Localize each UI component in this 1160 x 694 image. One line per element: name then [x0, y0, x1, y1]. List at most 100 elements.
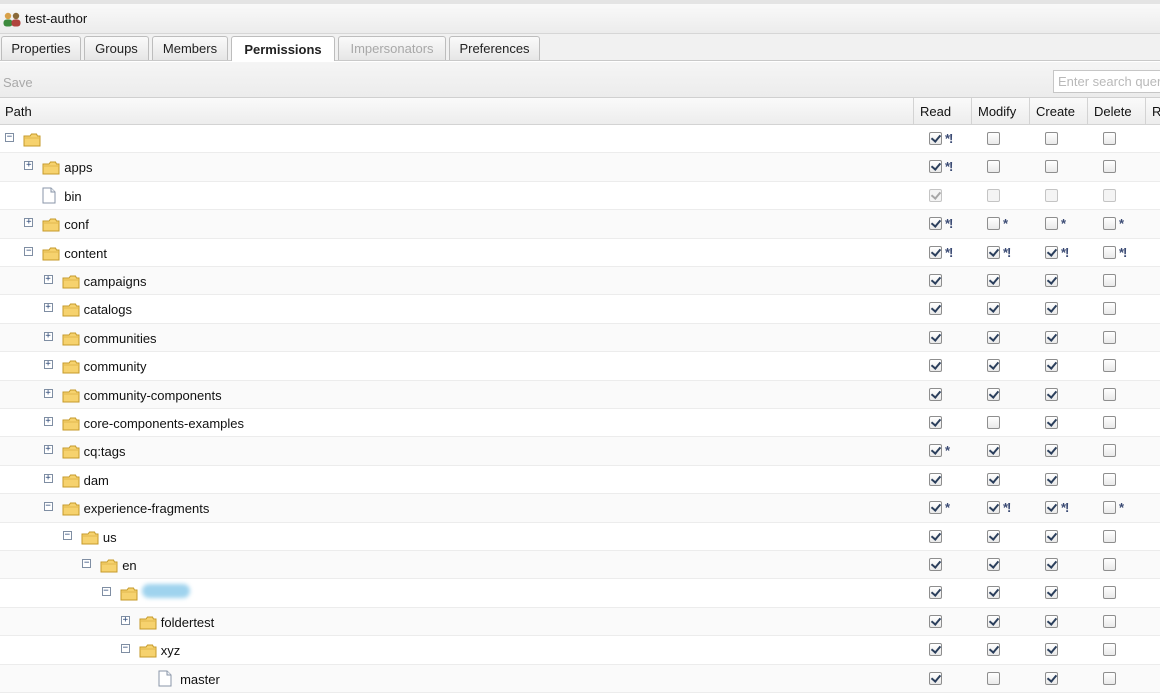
- table-row[interactable]: + community-components: [0, 380, 1160, 409]
- create-checkbox[interactable]: [1045, 132, 1058, 145]
- column-header-path[interactable]: Path: [0, 98, 913, 124]
- table-row[interactable]: + core-components-examples: [0, 409, 1160, 438]
- read-checkbox[interactable]: [929, 217, 942, 231]
- modify-checkbox[interactable]: [987, 245, 1000, 259]
- create-checkbox[interactable]: [1045, 245, 1058, 259]
- collapse-icon[interactable]: −: [120, 644, 130, 654]
- expand-icon[interactable]: +: [43, 445, 53, 455]
- modify-checkbox[interactable]: [987, 586, 1000, 600]
- delete-checkbox[interactable]: [1103, 274, 1116, 287]
- create-checkbox[interactable]: [1045, 586, 1058, 600]
- delete-checkbox[interactable]: [1103, 501, 1116, 515]
- expand-icon[interactable]: +: [24, 218, 34, 228]
- create-checkbox[interactable]: [1045, 387, 1058, 401]
- table-row[interactable]: bin: [0, 182, 1160, 211]
- delete-checkbox[interactable]: [1103, 387, 1116, 401]
- create-checkbox[interactable]: [1045, 501, 1058, 515]
- modify-checkbox[interactable]: [987, 387, 1000, 401]
- read-checkbox[interactable]: [929, 359, 942, 373]
- read-checkbox[interactable]: [929, 444, 942, 458]
- create-checkbox[interactable]: [1045, 643, 1058, 657]
- delete-checkbox[interactable]: [1103, 132, 1116, 145]
- table-row[interactable]: + dam: [0, 466, 1160, 495]
- modify-checkbox[interactable]: [987, 643, 1000, 657]
- read-checkbox[interactable]: [929, 387, 942, 401]
- node-label[interactable]: us: [103, 530, 117, 545]
- modify-checkbox[interactable]: [987, 217, 1000, 231]
- node-label[interactable]: cq:tags: [84, 444, 126, 459]
- create-checkbox[interactable]: [1045, 444, 1058, 458]
- delete-checkbox[interactable]: [1103, 643, 1116, 657]
- delete-checkbox[interactable]: [1103, 330, 1116, 344]
- search-input[interactable]: Enter search query: [1053, 70, 1160, 93]
- create-checkbox[interactable]: [1045, 416, 1058, 429]
- column-header-delete[interactable]: Delete: [1087, 98, 1145, 124]
- delete-checkbox[interactable]: [1103, 160, 1116, 174]
- create-checkbox[interactable]: [1045, 359, 1058, 373]
- table-row[interactable]: − experience-fragments * *! *! *: [0, 494, 1160, 523]
- read-checkbox[interactable]: [929, 643, 942, 657]
- node-label[interactable]: en: [122, 558, 136, 573]
- modify-checkbox[interactable]: [987, 558, 1000, 571]
- expand-icon[interactable]: +: [43, 275, 53, 284]
- modify-checkbox[interactable]: [987, 529, 1000, 543]
- delete-checkbox[interactable]: [1103, 586, 1116, 600]
- modify-checkbox[interactable]: [987, 274, 1000, 287]
- node-label[interactable]: catalogs: [84, 302, 132, 317]
- table-row[interactable]: −: [0, 579, 1160, 608]
- node-label[interactable]: foldertest: [161, 615, 214, 630]
- node-label[interactable]: community-components: [84, 388, 222, 403]
- collapse-icon[interactable]: −: [82, 559, 92, 568]
- read-checkbox[interactable]: [929, 501, 942, 515]
- table-row[interactable]: − us: [0, 523, 1160, 551]
- node-label[interactable]: communities: [84, 331, 157, 346]
- modify-checkbox[interactable]: [987, 132, 1000, 145]
- delete-checkbox[interactable]: [1103, 444, 1116, 458]
- modify-checkbox[interactable]: [987, 614, 1000, 628]
- column-header-create[interactable]: Create: [1029, 98, 1087, 124]
- table-row[interactable]: + conf *! * * *: [0, 210, 1160, 239]
- delete-checkbox[interactable]: [1103, 302, 1116, 316]
- table-row[interactable]: − *!: [0, 125, 1160, 154]
- read-checkbox[interactable]: [929, 245, 942, 259]
- table-row[interactable]: − xyz: [0, 636, 1160, 665]
- delete-checkbox[interactable]: [1103, 558, 1116, 571]
- node-label[interactable]: experience-fragments: [84, 501, 210, 516]
- save-button[interactable]: Save: [3, 75, 33, 90]
- create-checkbox[interactable]: [1045, 671, 1058, 685]
- tab-permissions[interactable]: Permissions: [231, 36, 335, 61]
- tab-properties[interactable]: Properties: [1, 36, 81, 60]
- create-checkbox[interactable]: [1045, 302, 1058, 316]
- read-checkbox[interactable]: [929, 416, 942, 429]
- read-checkbox[interactable]: [929, 472, 942, 486]
- expand-icon[interactable]: +: [43, 303, 53, 313]
- read-checkbox[interactable]: [929, 274, 942, 287]
- table-row[interactable]: − en: [0, 551, 1160, 580]
- collapse-icon[interactable]: −: [43, 502, 53, 512]
- expand-icon[interactable]: +: [43, 388, 53, 398]
- delete-checkbox[interactable]: [1103, 614, 1116, 628]
- node-label[interactable]: xyz: [161, 643, 181, 658]
- modify-checkbox[interactable]: [987, 444, 1000, 458]
- modify-checkbox[interactable]: [987, 416, 1000, 429]
- column-header-read[interactable]: Read: [913, 98, 971, 124]
- read-checkbox[interactable]: [929, 160, 942, 174]
- collapse-icon[interactable]: −: [5, 133, 14, 142]
- node-label[interactable]: community: [84, 359, 147, 374]
- modify-checkbox[interactable]: [987, 160, 1000, 174]
- delete-checkbox[interactable]: [1103, 217, 1116, 231]
- expand-icon[interactable]: +: [24, 161, 34, 171]
- expand-icon[interactable]: +: [43, 360, 53, 370]
- tab-members[interactable]: Members: [152, 36, 228, 60]
- table-row[interactable]: + apps *!: [0, 153, 1160, 182]
- modify-checkbox[interactable]: [987, 302, 1000, 316]
- table-row[interactable]: + communities: [0, 323, 1160, 353]
- collapse-icon[interactable]: −: [62, 530, 72, 540]
- read-checkbox[interactable]: [929, 529, 942, 543]
- read-checkbox[interactable]: [929, 132, 942, 145]
- create-checkbox[interactable]: [1045, 274, 1058, 287]
- delete-checkbox[interactable]: [1103, 529, 1116, 543]
- tab-preferences[interactable]: Preferences: [449, 36, 540, 60]
- delete-checkbox[interactable]: [1103, 472, 1116, 486]
- modify-checkbox[interactable]: [987, 671, 1000, 685]
